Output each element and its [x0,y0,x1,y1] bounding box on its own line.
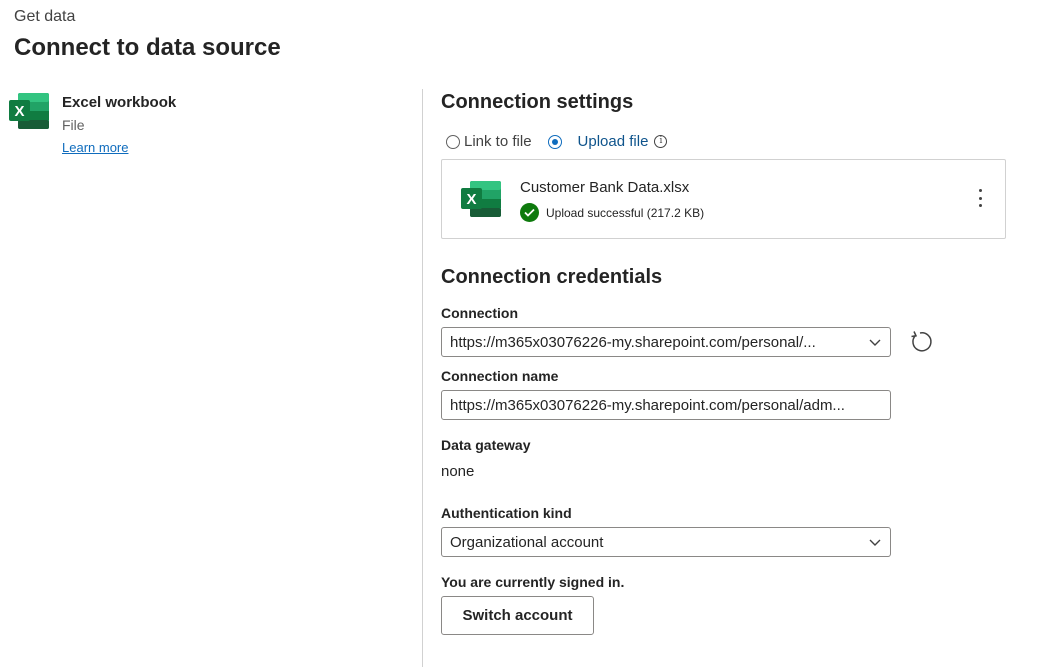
source-type: File [62,117,85,133]
authentication-kind-label: Authentication kind [441,505,572,521]
svg-text:X: X [14,103,24,120]
learn-more-link[interactable]: Learn more [62,140,128,155]
upload-file-label[interactable]: Upload file [578,133,649,150]
connection-credentials-title: Connection credentials [441,266,663,288]
upload-file-radio[interactable] [547,134,562,149]
authentication-kind-dropdown[interactable]: Organizational account [441,527,891,557]
connection-value: https://m365x03076226-my.sharepoint.com/… [450,333,816,351]
link-to-file-radio[interactable] [446,134,460,149]
source-type-radio-group: Link to file Upload file i [446,133,668,150]
chevron-down-icon [869,539,881,546]
info-icon[interactable]: i [654,135,668,148]
switch-account-button[interactable]: Switch account [441,596,594,635]
svg-text:X: X [466,191,476,208]
more-options-icon[interactable] [975,186,985,210]
refresh-icon[interactable] [906,328,934,356]
success-check-icon [520,203,539,222]
upload-status-text: Upload successful (217.2 KB) [546,205,705,220]
authentication-kind-value: Organizational account [450,533,604,551]
connection-name-label: Connection name [441,368,559,384]
signed-in-status: You are currently signed in. [441,574,625,590]
upload-status: Upload successful (217.2 KB) [520,203,704,222]
data-gateway-value: none [441,463,475,480]
uploaded-file-card: X Customer Bank Data.xlsx Upload success… [441,159,1006,239]
page-title: Connect to data source [14,34,281,61]
connection-label: Connection [441,305,518,321]
panel-divider [422,89,423,667]
excel-icon: X [8,92,50,130]
connection-dropdown[interactable]: https://m365x03076226-my.sharepoint.com/… [441,327,891,357]
chevron-down-icon [869,339,881,346]
source-name: Excel workbook [62,94,177,111]
connection-name-input[interactable]: https://m365x03076226-my.sharepoint.com/… [441,390,891,420]
link-to-file-label[interactable]: Link to file [464,133,532,150]
connection-settings-title: Connection settings [441,91,634,113]
excel-file-icon: X [460,180,502,218]
file-name: Customer Bank Data.xlsx [520,179,690,196]
breadcrumb: Get data [14,8,76,25]
data-gateway-label: Data gateway [441,437,531,453]
connection-name-value: https://m365x03076226-my.sharepoint.com/… [450,396,845,414]
